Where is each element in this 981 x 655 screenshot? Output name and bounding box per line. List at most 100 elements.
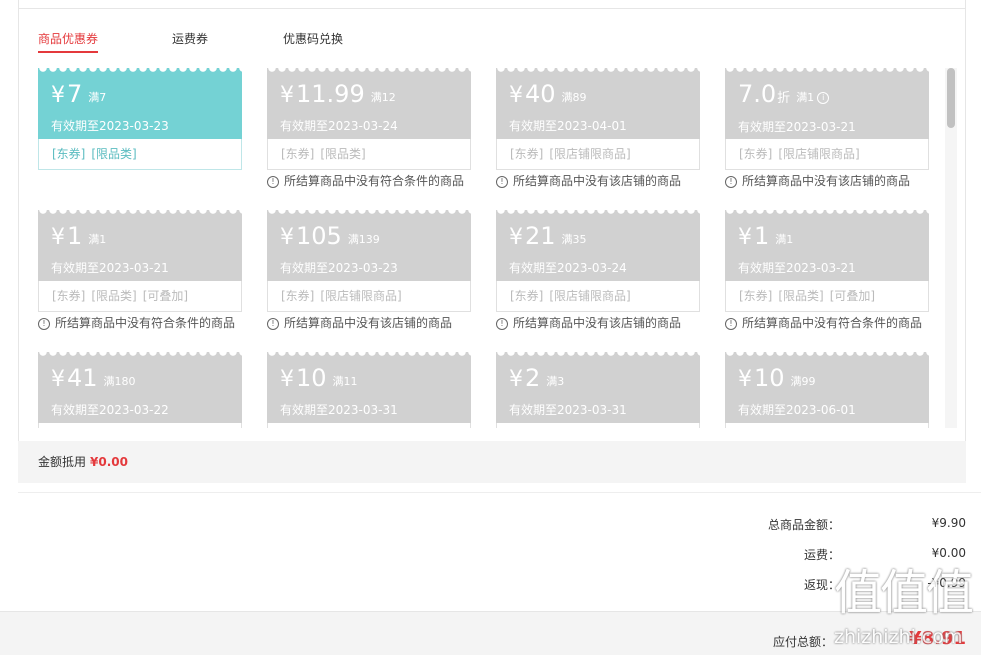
shipping-label: 运费： bbox=[803, 548, 840, 562]
coupon-value: ¥105 满139 bbox=[280, 222, 471, 254]
coupon-currency: ¥ bbox=[738, 367, 752, 392]
coupon-tag: [东券] bbox=[281, 147, 315, 161]
coupon-card[interactable]: ¥7 满7 有效期至2023-03-23 [东券] [限品类] bbox=[38, 68, 242, 170]
coupon-tag: [限品类] bbox=[320, 147, 366, 161]
shipping-row: 运费： ¥0.00 bbox=[666, 546, 966, 566]
coupon-validity: 有效期至2023-03-31 bbox=[280, 403, 398, 417]
coupon-face: ¥21 满35 有效期至2023-03-24 bbox=[496, 210, 700, 281]
coupon-currency: ¥ bbox=[509, 225, 523, 250]
coupon-card[interactable]: 7.0折 满1 i 有效期至2023-03-21 [东券] [限店铺限商品] ! 所结算商… bbox=[725, 68, 929, 188]
coupon-card[interactable]: ¥40 满89 有效期至2023-04-01 [东券] [限店铺限商品]! 所结算商品… bbox=[496, 68, 700, 188]
coupon-tags: [东券] [限店铺限商品] bbox=[496, 139, 700, 170]
coupon-amount: 7 bbox=[67, 80, 83, 108]
coupon-tag: [东券] bbox=[739, 147, 773, 161]
coupon-tags bbox=[725, 423, 929, 428]
coupon-tag: [限店铺限商品] bbox=[778, 147, 860, 161]
coupon-face: ¥2 满3 有效期至2023-03-31 bbox=[496, 352, 700, 423]
coupon-card[interactable]: ¥11.99 满12 有效期至2023-03-24 [东券] [限品类]! 所结算商品… bbox=[267, 68, 471, 188]
coupon-tags bbox=[267, 423, 471, 428]
coupon-validity: 有效期至2023-03-21 bbox=[738, 261, 856, 275]
coupon-condition: 满12 bbox=[370, 91, 396, 104]
coupon-validity: 有效期至2023-03-23 bbox=[280, 261, 398, 275]
coupon-tag: [东券] bbox=[52, 147, 86, 161]
coupon-scrollbar[interactable] bbox=[945, 68, 957, 428]
coupon-value: ¥11.99 满12 bbox=[280, 80, 471, 112]
reason-text: 所结算商品中没有符合条件的商品 bbox=[284, 174, 465, 188]
coupon-tag: [东券] bbox=[510, 147, 544, 161]
coupon-value: ¥21 满35 bbox=[509, 222, 700, 254]
coupon-face: ¥41 满180 有效期至2023-03-22 bbox=[38, 352, 242, 423]
coupon-condition: 满1 bbox=[775, 233, 794, 246]
coupon-tag: [限店铺限商品] bbox=[320, 289, 402, 303]
reason-text: 所结算商品中没有该店铺的商品 bbox=[284, 316, 453, 330]
coupon-validity: 有效期至2023-04-01 bbox=[509, 119, 627, 133]
coupon-validity: 有效期至2023-03-23 bbox=[51, 119, 169, 133]
coupon-condition: 满3 bbox=[546, 375, 565, 388]
coupon-tag: [限品类] bbox=[91, 147, 137, 161]
coupon-tag: [可叠加] bbox=[829, 289, 876, 303]
coupon-tag: [限店铺限商品] bbox=[549, 147, 631, 161]
summary-label: 金额抵用 bbox=[38, 455, 87, 469]
coupon-condition: 满11 bbox=[332, 375, 358, 388]
coupon-tag: [东券] bbox=[52, 289, 86, 303]
coupon-card[interactable]: ¥1 满1 有效期至2023-03-21 [东券] [限品类] [可叠加]! 所结算商品… bbox=[38, 210, 242, 330]
coupon-value: ¥7 满7 bbox=[51, 80, 242, 112]
warning-icon: ! bbox=[725, 176, 737, 188]
coupon-condition: 满99 bbox=[790, 375, 816, 388]
coupon-card[interactable]: ¥10 满99 有效期至2023-06-01 bbox=[725, 352, 929, 428]
coupon-tags: [东券] [限品类] bbox=[38, 139, 242, 170]
coupon-value: ¥41 满180 bbox=[51, 364, 242, 396]
coupon-unavailable-reason: ! 所结算商品中没有该店铺的商品 bbox=[267, 314, 452, 331]
coupon-card[interactable]: ¥41 满180 有效期至2023-03-22 bbox=[38, 352, 242, 428]
coupon-card[interactable]: ¥105 满139 有效期至2023-03-23 [东券] [限店铺限商品]! 所结算… bbox=[267, 210, 471, 330]
total-goods-value: ¥9.90 bbox=[931, 516, 966, 530]
coupon-value: ¥10 满11 bbox=[280, 364, 471, 396]
reason-text: 所结算商品中没有该店铺的商品 bbox=[513, 174, 682, 188]
coupon-currency: ¥ bbox=[51, 83, 65, 108]
coupon-currency: ¥ bbox=[280, 83, 294, 108]
info-icon[interactable]: i bbox=[817, 92, 830, 104]
coupon-value: ¥1 满1 bbox=[51, 222, 242, 254]
coupon-face: ¥1 满1 有效期至2023-03-21 bbox=[725, 210, 929, 281]
coupon-currency: ¥ bbox=[280, 225, 294, 250]
coupon-grid: ¥7 满7 有效期至2023-03-23 [东券] [限品类] ¥11.99 满12 … bbox=[38, 68, 938, 428]
coupon-face: ¥10 满11 有效期至2023-03-31 bbox=[267, 352, 471, 423]
coupon-condition: 满139 bbox=[347, 233, 380, 246]
coupon-amount: 10 bbox=[296, 364, 327, 392]
coupon-card[interactable]: ¥10 满11 有效期至2023-03-31 bbox=[267, 352, 471, 428]
coupon-card[interactable]: ¥21 满35 有效期至2023-03-24 [东券] [限店铺限商品]! 所结算商品… bbox=[496, 210, 700, 330]
coupon-validity: 有效期至2023-03-21 bbox=[51, 261, 169, 275]
coupon-face: 7.0折 满1 i 有效期至2023-03-21 bbox=[725, 68, 929, 139]
coupon-face: ¥11.99 满12 有效期至2023-03-24 bbox=[267, 68, 471, 139]
tab-goods-coupon[interactable]: 商品优惠券 bbox=[38, 30, 99, 53]
tab-shipping-coupon[interactable]: 运费券 bbox=[172, 30, 208, 51]
coupon-tag: [限店铺限商品] bbox=[549, 289, 631, 303]
coupon-value: ¥40 满89 bbox=[509, 80, 700, 112]
coupon-unavailable-reason: ! 所结算商品中没有该店铺的商品 bbox=[496, 314, 681, 331]
tab-code-redeem[interactable]: 优惠码兑换 bbox=[283, 30, 343, 51]
coupon-card[interactable]: ¥2 满3 有效期至2023-03-31 bbox=[496, 352, 700, 428]
watermark-text: zhizhizhi.com bbox=[834, 626, 963, 648]
coupon-unavailable-reason: ! 所结算商品中没有符合条件的商品 bbox=[267, 172, 464, 189]
warning-icon: ! bbox=[496, 318, 508, 330]
watermark-glyphs: 值值值 bbox=[834, 565, 974, 621]
coupon-condition: 满180 bbox=[103, 375, 136, 388]
coupon-tags: [东券] [限品类] [可叠加] bbox=[725, 281, 929, 312]
coupon-face: ¥105 满139 有效期至2023-03-23 bbox=[267, 210, 471, 281]
coupon-card[interactable]: ¥1 满1 有效期至2023-03-21 [东券] [限品类] [可叠加]! 所结算商品… bbox=[725, 210, 929, 330]
scrollbar-thumb[interactable] bbox=[947, 68, 955, 128]
coupon-condition: 满89 bbox=[561, 91, 587, 104]
coupon-amount: 1 bbox=[754, 222, 770, 250]
coupon-validity: 有效期至2023-06-01 bbox=[738, 403, 856, 417]
coupon-amount: 10 bbox=[754, 364, 785, 392]
coupon-tags: [东券] [限品类] bbox=[267, 139, 471, 170]
coupon-unavailable-reason: ! 所结算商品中没有该店铺的商品 bbox=[725, 172, 910, 189]
coupon-tags: [东券] [限店铺限商品] bbox=[725, 139, 929, 170]
coupon-amount: 11.99 bbox=[296, 80, 365, 108]
coupon-face: ¥40 满89 有效期至2023-04-01 bbox=[496, 68, 700, 139]
discount-summary: 金额抵用 ¥0.00 bbox=[18, 441, 966, 483]
coupon-tags: [东券] [限品类] [可叠加] bbox=[38, 281, 242, 312]
coupon-amount: 7.0 bbox=[738, 80, 777, 108]
coupon-condition: 满1 bbox=[796, 91, 815, 104]
coupon-currency: ¥ bbox=[509, 83, 523, 108]
